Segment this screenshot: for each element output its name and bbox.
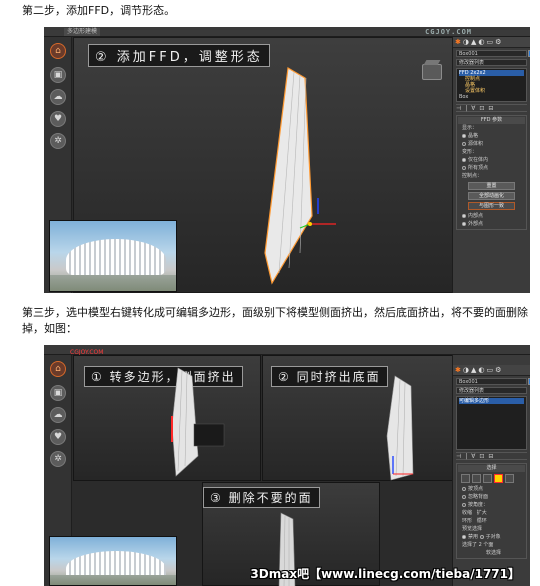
display-label: 显示： [462,125,478,131]
reference-photo [49,220,177,292]
gear-icon[interactable]: ✲ [50,133,66,149]
stack-toolbar[interactable]: ⊣|∀⊡⊟ [456,452,527,460]
ignore-backfacing-checkbox[interactable]: 忽略背面 [458,493,525,501]
poly-model-bottom [386,375,414,481]
home-icon[interactable]: ⌂ [50,361,66,377]
subobject-level-buttons[interactable] [461,474,522,483]
conform-to-shape-button[interactable]: 与图形一致 [468,202,515,210]
edge-icon [472,474,481,483]
forum-watermark: 3Dmax吧【www.linecg.com/tieba/1771】 [250,567,520,581]
rollout-title[interactable]: FFD 参数 [458,117,525,124]
cloud-icon[interactable]: ☁ [50,89,66,105]
vertex-icon [461,474,470,483]
ribbon-tab[interactable]: 多边形建模 [64,28,101,36]
soft-selection-rollout[interactable]: 软选择 [458,549,525,557]
heart-icon[interactable]: ♥ [50,111,66,127]
rollout-title[interactable]: 选择 [458,465,525,472]
max-screenshot-ffd: 多边形建模 CGJOY.COM ⌂ ▣ ☁ ♥ ✲ ② 添加FFD，调整形态 ✱… [44,27,530,293]
grow-button: 扩大 [476,510,487,516]
shrink-button: 收缩 [462,510,473,516]
modifier-stack[interactable]: 可编辑多边形 [456,396,527,450]
polygon-icon [494,474,503,483]
command-panel: ✱◑▲◐▭⚙ Box001 修改器列表 FFD 2x2x2 控制点 晶格 设置体… [452,37,530,293]
preview-options[interactable]: 禁用 子对象 [458,533,525,541]
poly-model-side [171,367,225,477]
selection-rollout: 选择 按顶点 忽略背面 按角度： 收缩 扩大 环形 循环 预览选择 禁用 子对象… [456,463,527,559]
inside-points-checkbox[interactable]: 内部点 [458,212,525,220]
ring-button: 环形 [462,518,473,524]
command-panel: ✱◑▲◐▭⚙ Box001 修改器列表 可编辑多边形 ⊣|∀⊡⊟ 选择 按顶点 … [452,355,530,586]
all-vertices-radio[interactable]: 所有顶点 [458,164,525,172]
command-tabs[interactable]: ✱◑▲◐▭⚙ [453,365,530,376]
shrink-grow-row[interactable]: 收缩 扩大 [458,509,525,517]
box-icon[interactable]: ▣ [50,385,66,401]
modifier-list-dropdown[interactable]: 修改器列表 [456,387,527,394]
object-name-field[interactable]: Box001 [456,378,530,385]
loop-button: 循环 [476,518,487,524]
stack-item[interactable]: Box [459,94,524,100]
stack-item[interactable]: 可编辑多边形 [459,398,524,404]
element-icon [505,474,514,483]
by-vertex-checkbox[interactable]: 按顶点 [458,485,525,493]
object-color-swatch[interactable] [528,378,530,385]
cloud-icon[interactable]: ☁ [50,407,66,423]
command-tabs[interactable]: ✱◑▲◐▭⚙ [453,37,530,48]
title-bar: CGJOY.COM [44,345,530,356]
lattice-checkbox[interactable]: 晶格 [458,132,525,140]
reset-button[interactable]: 重置 [468,182,515,190]
reference-photo [49,536,177,586]
border-icon [483,474,492,483]
preview-label: 预览选择 [462,526,483,532]
viewport-bottom-extrude[interactable]: ② 同时挤出底面 [262,355,454,481]
step3-caption: 第三步，选中模型右键转化成可编辑多边形，面级别下将模型侧面挤出，然后底面挤出，将… [22,306,528,335]
modifier-stack[interactable]: FFD 2x2x2 控制点 晶格 设置体积 Box [456,68,527,102]
object-color-swatch[interactable] [528,50,530,57]
deform-label: 变形： [462,149,478,155]
modifier-list-dropdown[interactable]: 修改器列表 [456,59,527,66]
control-label: 控制点： [462,173,483,179]
stack-toolbar[interactable]: ⊣|∀⊡⊟ [456,104,527,112]
step2-caption: 第二步，添加FFD，调节形态。 [22,4,176,17]
by-angle-checkbox[interactable]: 按角度： [458,501,525,509]
box-icon[interactable]: ▣ [50,67,66,83]
ffd-params-rollout: FFD 参数 显示： 晶格 源体积 变形： 仅在体内 所有顶点 控制点： 重置 … [456,115,527,230]
ring-loop-row[interactable]: 环形 循环 [458,517,525,525]
outside-points-checkbox[interactable]: 外部点 [458,220,525,228]
gear-icon[interactable]: ✲ [50,451,66,467]
animate-all-button[interactable]: 全部动画化 [468,192,515,200]
only-in-volume-radio[interactable]: 仅在体内 [458,156,525,164]
selected-count: 选择了 2 个面 [462,542,494,548]
source-volume-checkbox[interactable]: 源体积 [458,140,525,148]
home-icon[interactable]: ⌂ [50,43,66,59]
object-name-field[interactable]: Box001 [456,50,530,57]
viewport-side-extrude[interactable]: ① 转多边形，侧面挤出 [73,355,261,481]
title-bar: 多边形建模 CGJOY.COM [44,27,530,37]
heart-icon[interactable]: ♥ [50,429,66,445]
max-screenshot-poly: CGJOY.COM ⌂ ▣ ☁ ♥ ✲ ① 转多边形，侧面挤出 ② 同时挤出底面… [44,345,530,586]
brand-logo: CGJOY.COM [425,28,472,36]
